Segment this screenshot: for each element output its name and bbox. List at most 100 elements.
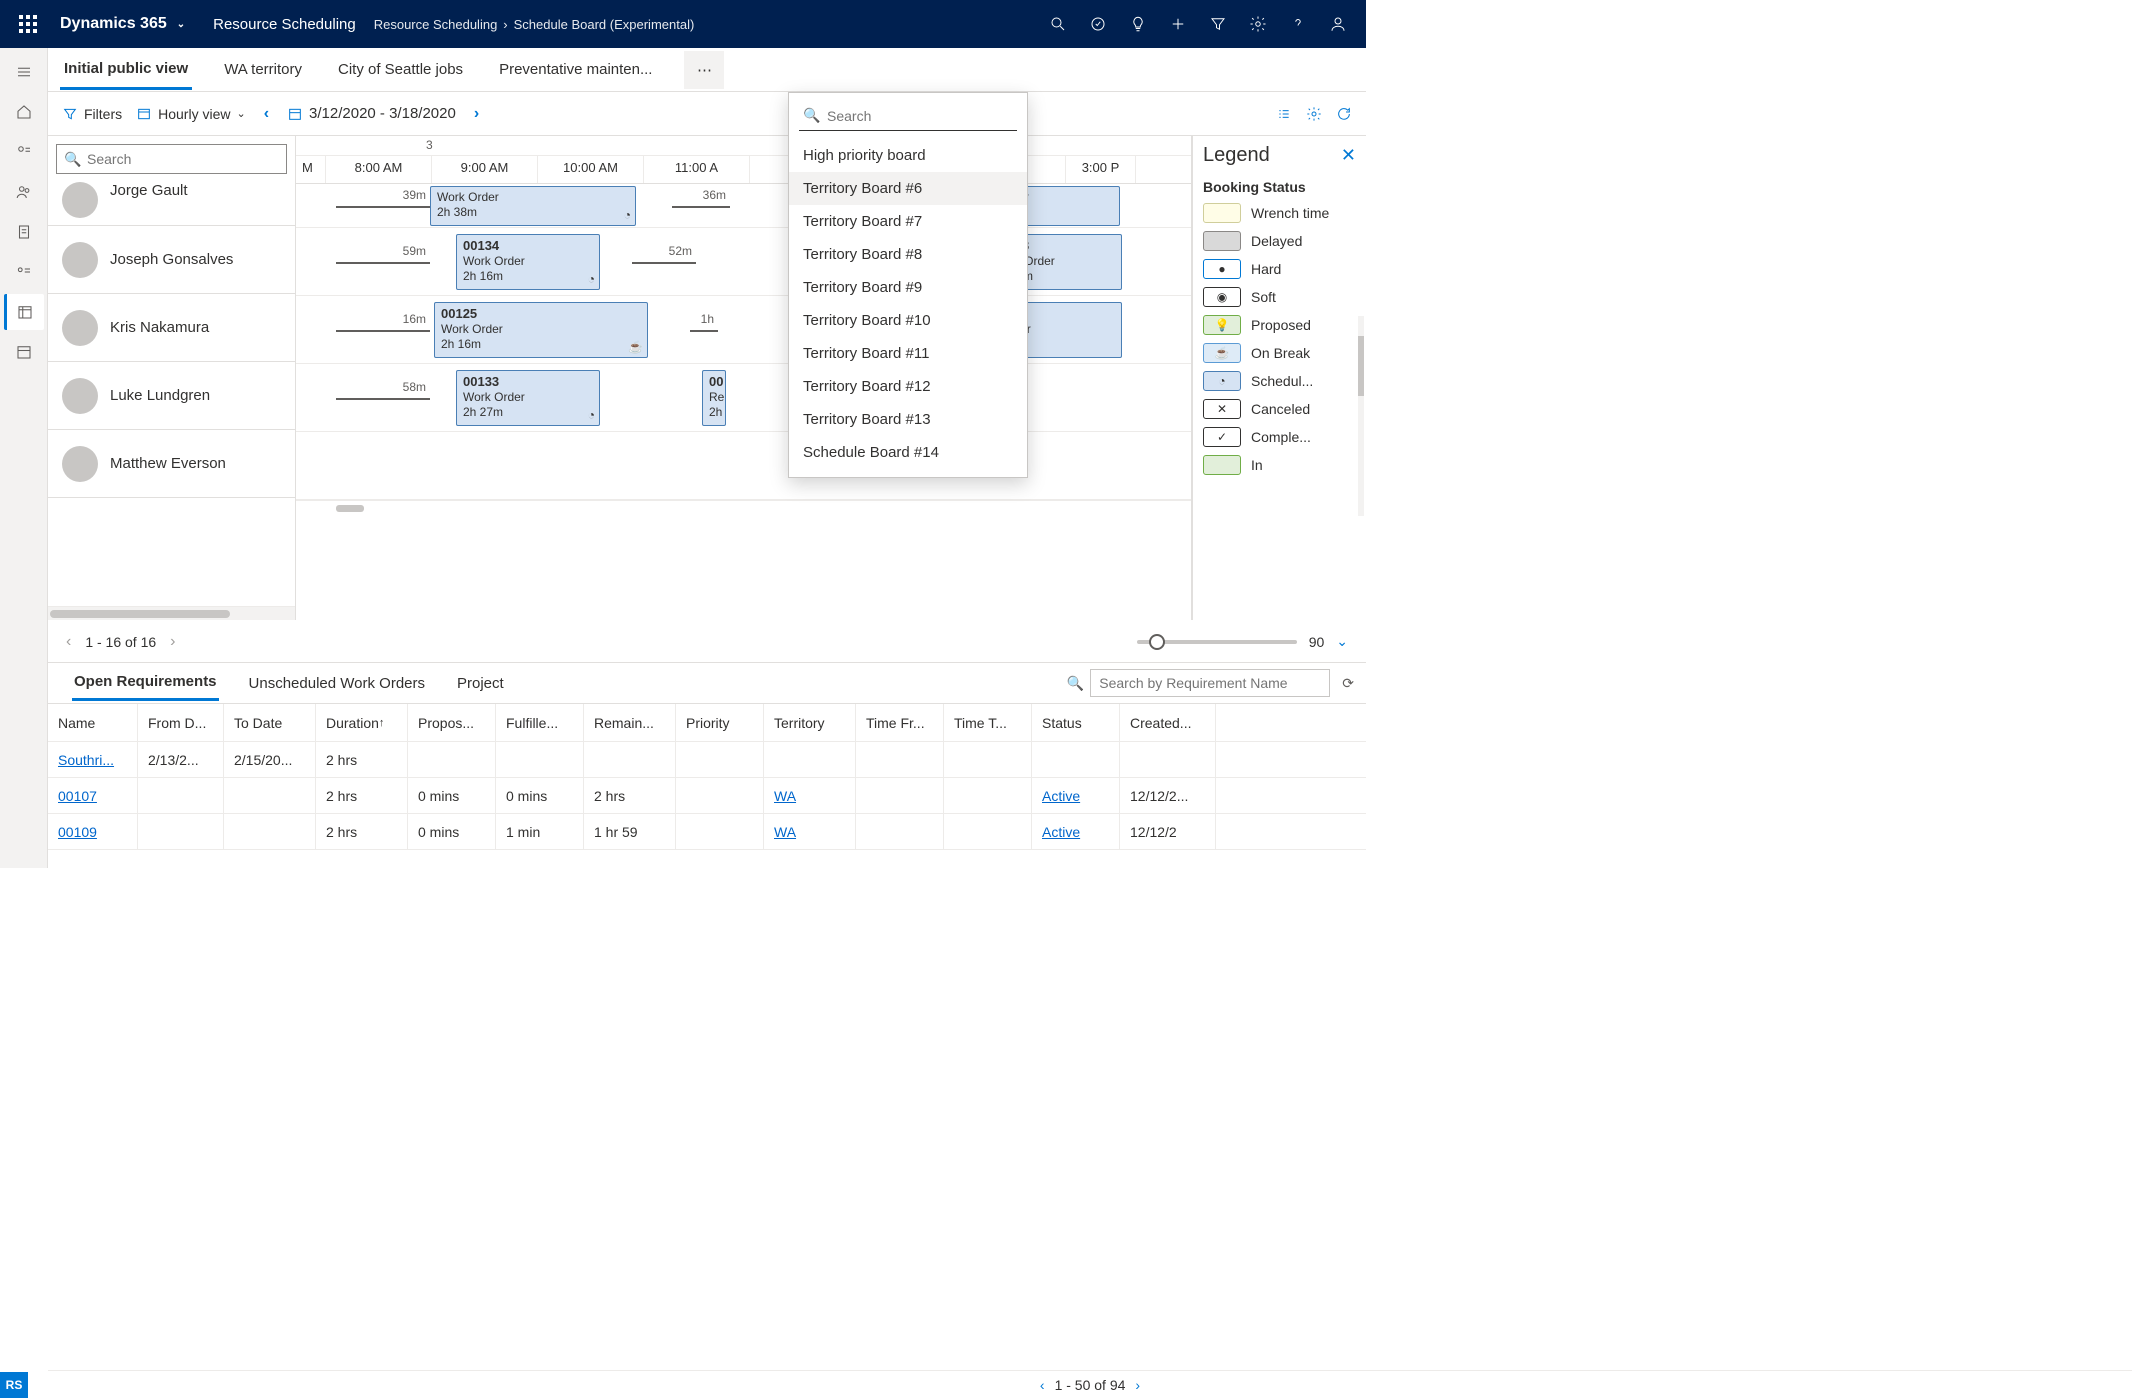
close-icon[interactable]: ✕ (1341, 145, 1356, 166)
tab-city-seattle[interactable]: City of Seattle jobs (334, 51, 467, 88)
column-header[interactable]: Propos... (408, 704, 496, 741)
refresh-icon[interactable]: ⟳ (1342, 675, 1354, 692)
gear-icon[interactable] (1306, 106, 1322, 122)
link[interactable]: Active (1042, 788, 1080, 804)
clipboard-icon[interactable] (4, 214, 44, 250)
link[interactable]: Active (1042, 824, 1080, 840)
column-header[interactable]: Time Fr... (856, 704, 944, 741)
board-option[interactable]: Territory Board #12 (789, 370, 1027, 403)
team-list-icon[interactable] (4, 254, 44, 290)
date-prev-button[interactable]: ‹ (260, 105, 273, 123)
column-header[interactable]: To Date (224, 704, 316, 741)
board-option[interactable]: Schedule Board #14 (789, 436, 1027, 469)
breadcrumb-item[interactable]: Schedule Board (Experimental) (514, 17, 695, 32)
column-header[interactable]: Status (1032, 704, 1120, 741)
link[interactable]: WA (774, 824, 796, 840)
timeline-row[interactable]: 00125Work Order2h 16m☕00158Work Order2h … (296, 296, 1191, 364)
link[interactable]: WA (774, 788, 796, 804)
timeline-scrollbar[interactable] (296, 500, 1191, 514)
tab-preventative[interactable]: Preventative mainten... (495, 51, 656, 88)
resource-row[interactable]: Luke Lundgren (48, 362, 295, 430)
page-next-button[interactable]: › (170, 633, 175, 651)
table-row[interactable]: 001072 hrs0 mins0 mins2 hrsWAActive12/12… (48, 778, 1366, 814)
help-icon[interactable] (1278, 4, 1318, 44)
board-option[interactable]: Territory Board #8 (789, 238, 1027, 271)
page-next-button[interactable]: › (1135, 1377, 1140, 1393)
resource-row[interactable]: Matthew Everson (48, 430, 295, 498)
tab-overflow-button[interactable]: ⋯ (684, 51, 724, 89)
people-list-icon[interactable] (4, 134, 44, 170)
date-next-button[interactable]: › (470, 105, 483, 123)
booking-block[interactable]: 00Re2h (702, 370, 726, 426)
resource-row[interactable]: Kris Nakamura (48, 294, 295, 362)
board-option[interactable]: Territory Board #10 (789, 304, 1027, 337)
tab-initial-view[interactable]: Initial public view (60, 50, 192, 90)
page-prev-button[interactable]: ‹ (66, 633, 71, 651)
table-row[interactable]: 001092 hrs0 mins1 min1 hr 59WAActive12/1… (48, 814, 1366, 850)
column-header[interactable]: Fulfille... (496, 704, 584, 741)
legend-scrollbar[interactable] (1358, 316, 1364, 516)
breadcrumb-item[interactable]: Resource Scheduling (374, 17, 498, 32)
column-header[interactable]: Time T... (944, 704, 1032, 741)
link[interactable]: 00109 (58, 824, 97, 840)
filter-icon[interactable] (1198, 4, 1238, 44)
tab-wa-territory[interactable]: WA territory (220, 51, 306, 88)
module-name[interactable]: Resource Scheduling (213, 16, 356, 33)
board-search-input[interactable] (799, 101, 1017, 131)
column-header[interactable]: Territory (764, 704, 856, 741)
resource-search-input[interactable] (56, 144, 287, 174)
tab-unscheduled[interactable]: Unscheduled Work Orders (247, 667, 427, 700)
link[interactable]: 00107 (58, 788, 97, 804)
app-title[interactable]: Dynamics 365 ⌄ (60, 15, 185, 33)
tab-open-requirements[interactable]: Open Requirements (72, 665, 219, 701)
people-icon[interactable] (4, 174, 44, 210)
footer-badge[interactable]: RS (0, 1372, 28, 1398)
board-option[interactable]: Territory Board #13 (789, 403, 1027, 436)
timeline-row[interactable]: 00133Work Order2h 27m◔00Re2h (296, 364, 1191, 432)
link[interactable]: Southri... (58, 752, 114, 768)
refresh-icon[interactable] (1336, 106, 1352, 122)
board-option[interactable]: Territory Board #9 (789, 271, 1027, 304)
board-option[interactable]: Territory Board #7 (789, 205, 1027, 238)
booking-block[interactable]: 00134Work Order2h 16m◔ (456, 234, 600, 290)
timeline-row[interactable]: 00134Work Order2h 16m◔00138Work Order2h … (296, 228, 1191, 296)
app-launcher-icon[interactable] (8, 4, 48, 44)
resource-row[interactable]: Joseph Gonsalves (48, 226, 295, 294)
page-prev-button[interactable]: ‹ (1040, 1377, 1045, 1393)
column-header[interactable]: Created... (1120, 704, 1216, 741)
list-view-icon[interactable] (1276, 106, 1292, 122)
resource-row[interactable]: Jorge Gault (48, 182, 295, 226)
date-range-picker[interactable]: 3/12/2020 - 3/18/2020 (287, 105, 456, 122)
chevron-down-icon[interactable]: ⌄ (1336, 633, 1348, 650)
booking-block[interactable]: 00125Work Order2h 16m☕ (434, 302, 648, 358)
column-header[interactable]: Name (48, 704, 138, 741)
calendar-icon[interactable] (4, 334, 44, 370)
column-header[interactable]: Remain... (584, 704, 676, 741)
requirements-search-input[interactable] (1090, 669, 1330, 697)
tab-project[interactable]: Project (455, 667, 506, 700)
lightbulb-icon[interactable] (1118, 4, 1158, 44)
column-header[interactable]: Priority (676, 704, 764, 741)
column-header[interactable]: Duration (316, 704, 408, 741)
schedule-icon[interactable] (4, 294, 44, 330)
search-icon[interactable] (1038, 4, 1078, 44)
timeline-row[interactable]: Work Order2h 38m◔Work Order2h 31m (296, 184, 1191, 228)
board-option[interactable]: Territory Board #6 (789, 172, 1027, 205)
table-row[interactable]: Southri...2/13/2...2/15/20...2 hrs (48, 742, 1366, 778)
filters-button[interactable]: Filters (62, 106, 122, 122)
resource-scrollbar[interactable] (48, 606, 295, 620)
timeline-row[interactable] (296, 432, 1191, 500)
task-icon[interactable] (1078, 4, 1118, 44)
column-header[interactable]: From D... (138, 704, 224, 741)
board-option[interactable]: High priority board (789, 139, 1027, 172)
home-icon[interactable] (4, 94, 44, 130)
booking-block[interactable]: Work Order2h 38m◔ (430, 186, 636, 226)
add-icon[interactable] (1158, 4, 1198, 44)
gear-icon[interactable] (1238, 4, 1278, 44)
view-mode-button[interactable]: Hourly view ⌄ (136, 106, 246, 122)
user-icon[interactable] (1318, 4, 1358, 44)
board-option[interactable]: Territory Board #11 (789, 337, 1027, 370)
hamburger-icon[interactable] (4, 54, 44, 90)
search-icon[interactable]: 🔍 (1067, 675, 1084, 692)
zoom-slider[interactable] (1137, 640, 1297, 644)
